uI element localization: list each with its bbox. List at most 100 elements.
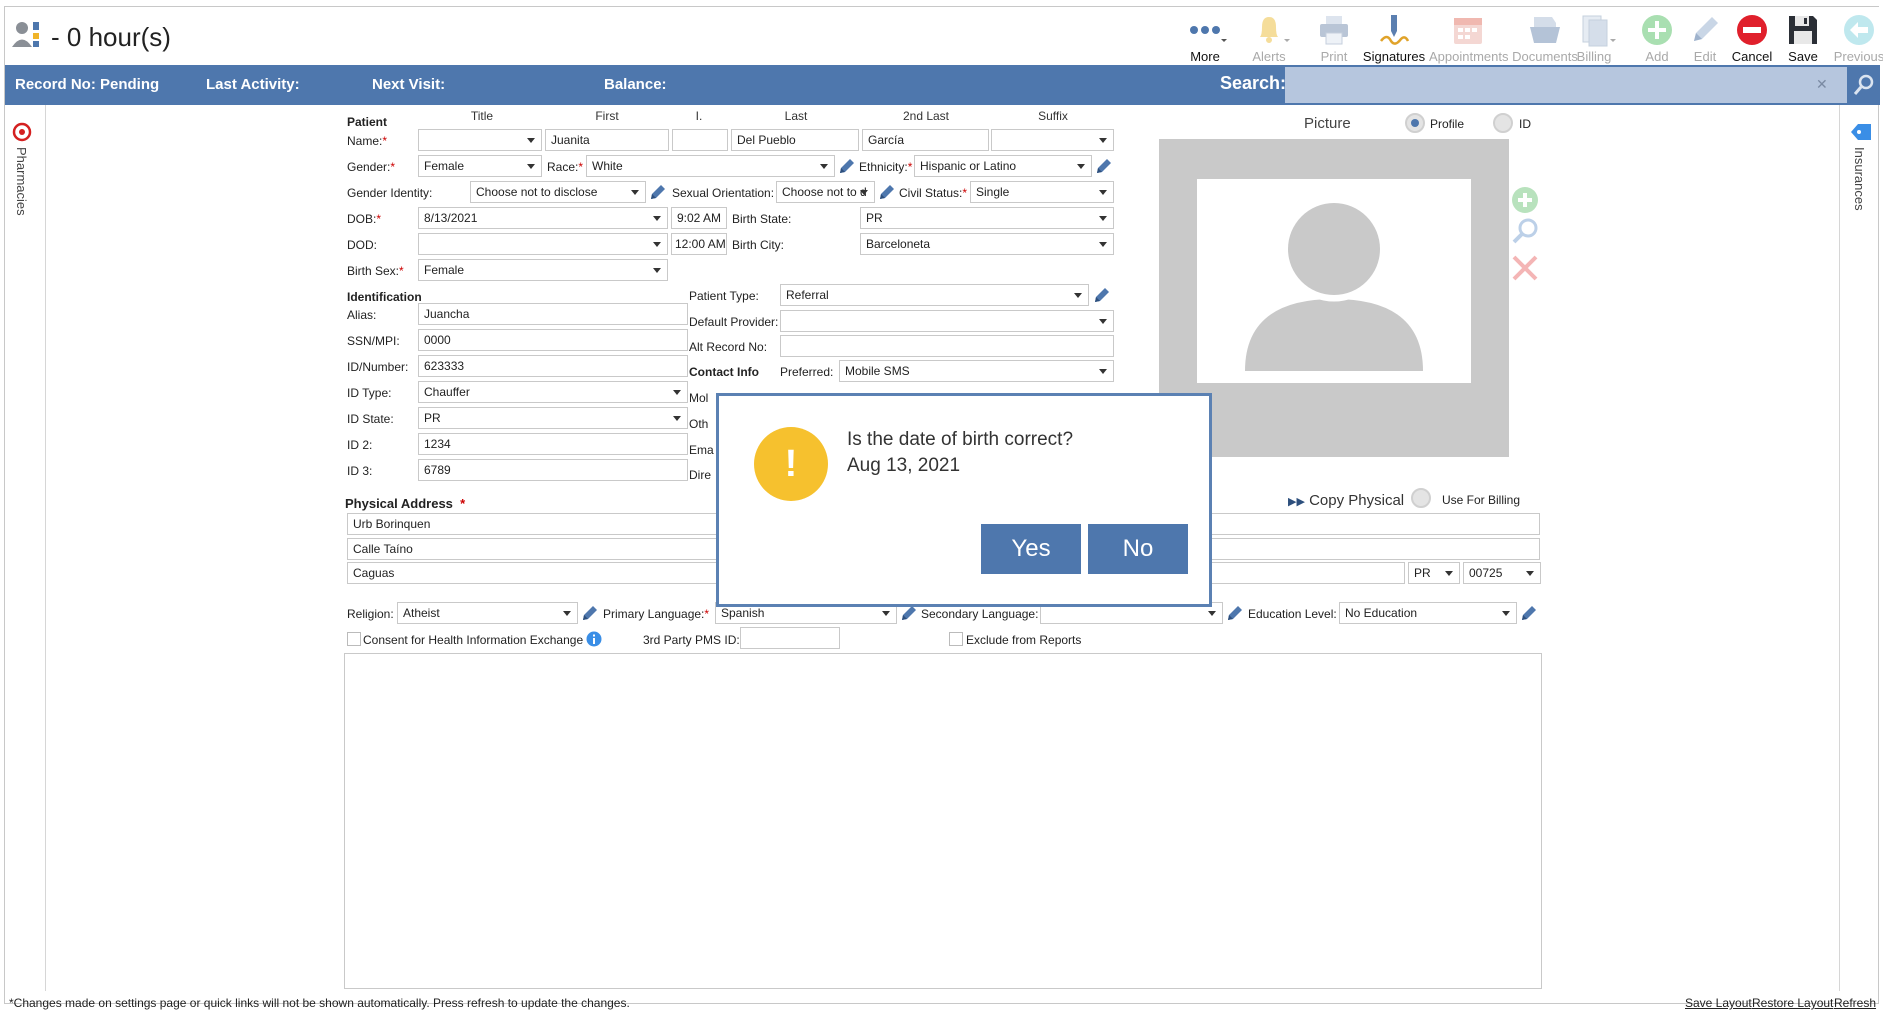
- ethnicity-select[interactable]: Hispanic or Latino: [914, 155, 1092, 177]
- civil-status-select[interactable]: Single: [970, 181, 1114, 203]
- id-number-field[interactable]: 623333: [418, 355, 688, 377]
- gender-identity-edit-pencil-icon[interactable]: [649, 183, 667, 201]
- contact-info-title: Contact Info: [689, 365, 759, 379]
- profile-radio[interactable]: [1405, 113, 1425, 133]
- dob-date-picker[interactable]: 8/13/2021: [418, 207, 668, 229]
- preferred-contact-select[interactable]: Mobile SMS: [839, 360, 1114, 382]
- consent-checkbox[interactable]: [347, 632, 361, 646]
- email-label: Ema: [689, 443, 714, 457]
- dod-time-field[interactable]: 12:00 AM: [671, 233, 727, 255]
- search-clear-icon[interactable]: ✕: [1816, 76, 1828, 93]
- gender-identity-label: Gender Identity:: [347, 186, 433, 200]
- billing-icon: [1577, 13, 1616, 47]
- profile-radio-label: Profile: [1430, 117, 1465, 131]
- patient-app-icon: [11, 19, 41, 49]
- dob-time-field[interactable]: 9:02 AM: [671, 207, 727, 229]
- exclude-reports-checkbox[interactable]: [949, 632, 963, 646]
- more-button[interactable]: More: [1170, 9, 1240, 65]
- name-label-text: Name:: [347, 134, 383, 148]
- name-label: Name:*: [347, 134, 388, 148]
- education-level-select[interactable]: No Education: [1339, 602, 1517, 624]
- zoom-picture-icon[interactable]: [1510, 217, 1540, 245]
- birth-sex-label: Birth Sex:*: [347, 264, 404, 278]
- search-input[interactable]: [1285, 67, 1847, 103]
- birth-sex-select[interactable]: Female: [418, 259, 668, 281]
- third-party-pms-field[interactable]: [740, 627, 840, 649]
- birth-city-label: Birth City:: [732, 238, 785, 252]
- no-button[interactable]: No: [1088, 524, 1188, 574]
- id2-field[interactable]: 1234: [418, 433, 688, 455]
- dod-date-picker[interactable]: [418, 233, 668, 255]
- id3-field[interactable]: 6789: [418, 459, 688, 481]
- secondary-language-edit-pencil-icon[interactable]: [1226, 604, 1244, 622]
- documents-icon: [1528, 13, 1562, 47]
- zip-select[interactable]: 00725: [1463, 562, 1541, 584]
- refresh-link[interactable]: Refresh: [1834, 996, 1876, 1010]
- restore-layout-link[interactable]: Restore Layout: [1752, 996, 1833, 1010]
- dob-label-text: DOB:: [347, 212, 377, 226]
- suffix-select[interactable]: [991, 129, 1114, 151]
- insurances-rail[interactable]: Insurances: [1840, 105, 1880, 991]
- left-divider: [45, 105, 46, 991]
- last-name-field[interactable]: Del Pueblo: [731, 129, 859, 151]
- education-edit-pencil-icon[interactable]: [1520, 604, 1538, 622]
- notes-area[interactable]: [344, 653, 1542, 989]
- title-select[interactable]: [418, 129, 542, 151]
- save-layout-link[interactable]: Save Layout: [1685, 996, 1752, 1010]
- civil-status-label: Civil Status:*: [899, 186, 968, 200]
- yes-button[interactable]: Yes: [981, 524, 1081, 574]
- more-label: More: [1190, 49, 1220, 64]
- add-plus-icon: [1640, 13, 1674, 47]
- record-info-bar: Record No: Pending Last Activity: Next V…: [5, 65, 1880, 105]
- footer-note: *Changes made on settings page or quick …: [9, 996, 630, 1010]
- initial-field[interactable]: [672, 129, 728, 151]
- floppy-disk-icon: [1786, 13, 1820, 47]
- use-for-billing-toggle[interactable]: [1411, 488, 1431, 508]
- race-edit-pencil-icon[interactable]: [838, 157, 856, 175]
- other-phone-label: Oth: [689, 417, 709, 431]
- id-state-select[interactable]: PR: [418, 407, 688, 429]
- previous-button[interactable]: Previous: [1824, 9, 1883, 65]
- religion-edit-pencil-icon[interactable]: [581, 604, 599, 622]
- double-arrow-icon: ▶▶: [1288, 496, 1305, 508]
- physical-address-required: *: [460, 496, 466, 511]
- state-select[interactable]: PR: [1408, 562, 1460, 584]
- search-button[interactable]: [1847, 67, 1880, 103]
- id-type-select[interactable]: Chauffer: [418, 381, 688, 403]
- billing-button[interactable]: Billing: [1559, 9, 1629, 65]
- gender-identity-select[interactable]: Choose not to disclose: [470, 181, 646, 203]
- gender-label: Gender:*: [347, 160, 396, 174]
- alias-field[interactable]: Juancha: [418, 303, 688, 325]
- add-picture-icon[interactable]: [1510, 185, 1540, 215]
- third-party-pms-label: 3rd Party PMS ID:: [643, 633, 740, 647]
- delete-picture-icon[interactable]: [1510, 253, 1540, 283]
- identification-section-title: Identification: [347, 290, 422, 304]
- ssn-field[interactable]: 0000: [418, 329, 688, 351]
- birth-state-select[interactable]: PR: [860, 207, 1114, 229]
- appointments-button[interactable]: Appointments: [1429, 9, 1509, 65]
- id-state-label: ID State:: [347, 412, 394, 426]
- patient-type-select[interactable]: Referral: [780, 284, 1089, 306]
- pharmacies-rail[interactable]: Pharmacies: [5, 105, 45, 991]
- sexual-orientation-edit-pencil-icon[interactable]: [878, 183, 896, 201]
- id-radio[interactable]: [1493, 113, 1513, 133]
- col-second-last: 2nd Last: [902, 109, 950, 123]
- confirm-dob-dialog: ! Is the date of birth correct? Aug 13, …: [716, 393, 1212, 607]
- info-icon[interactable]: [586, 631, 602, 647]
- religion-select[interactable]: Atheist: [397, 602, 578, 624]
- signatures-button[interactable]: Signatures: [1359, 9, 1429, 65]
- civil-status-label-text: Civil Status:: [899, 186, 963, 200]
- birth-city-select[interactable]: Barceloneta: [860, 233, 1114, 255]
- sexual-orientation-select[interactable]: Choose not to d: [776, 181, 875, 203]
- default-provider-label: Default Provider:: [689, 315, 779, 329]
- second-last-name-field[interactable]: García: [862, 129, 989, 151]
- ethnicity-edit-pencil-icon[interactable]: [1095, 157, 1113, 175]
- copy-physical-button[interactable]: ▶▶ Copy Physical: [1288, 492, 1404, 509]
- race-select[interactable]: White: [586, 155, 835, 177]
- alt-record-field[interactable]: [780, 335, 1114, 357]
- gender-select[interactable]: Female: [418, 155, 542, 177]
- default-provider-select[interactable]: [780, 310, 1114, 332]
- alerts-button[interactable]: Alerts: [1234, 9, 1304, 65]
- patient-type-edit-pencil-icon[interactable]: [1093, 286, 1111, 304]
- first-name-field[interactable]: Juanita: [545, 129, 669, 151]
